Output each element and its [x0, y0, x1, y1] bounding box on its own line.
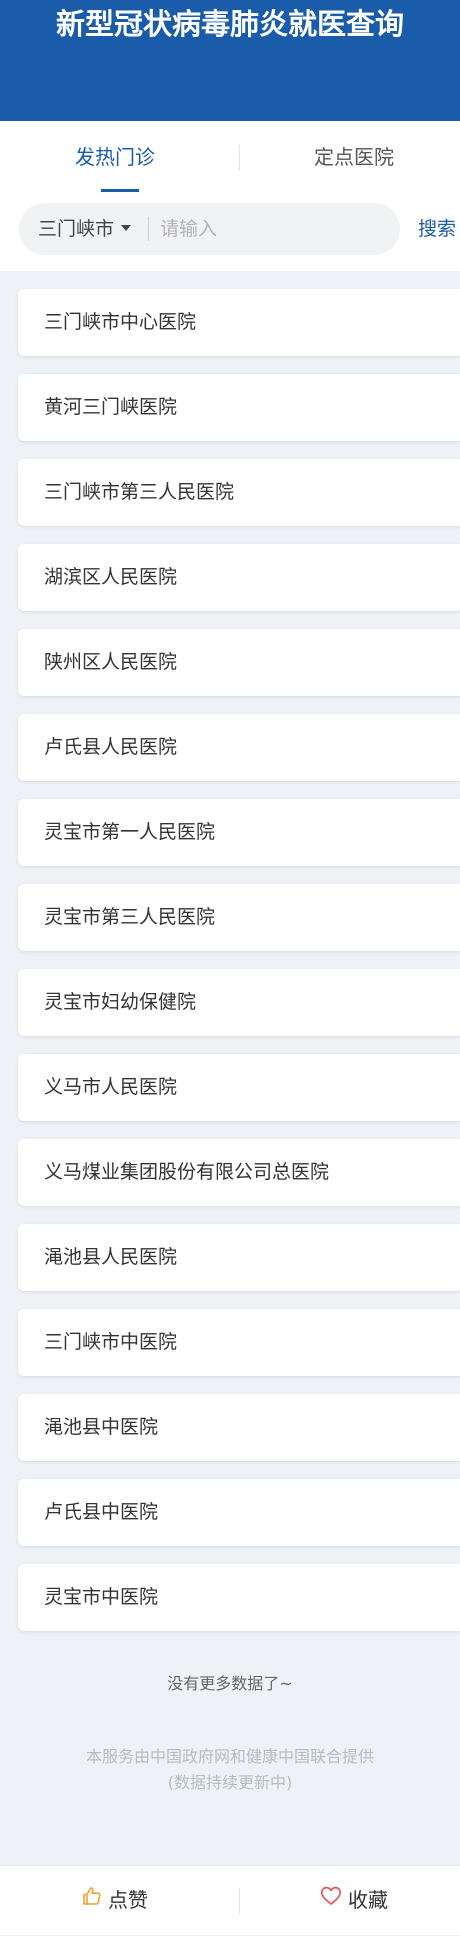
search-bar: 三门峡市 搜索 [0, 197, 460, 271]
city-select[interactable]: 三门峡市 [38, 203, 132, 255]
favorite-label: 收藏 [348, 1888, 388, 1912]
hospital-item[interactable]: 灵宝市第一人民医院 [18, 799, 460, 866]
credit-line-provider: 本服务由中国政府网和健康中国联合提供 [85, 1747, 374, 1766]
hospital-item[interactable]: 三门峡市第三人民医院 [18, 459, 460, 526]
search-button[interactable]: 搜索 [418, 197, 456, 261]
hospital-item[interactable]: 义马煤业集团股份有限公司总医院 [18, 1139, 460, 1206]
favorite-button[interactable]: 收藏 [239, 1866, 460, 1935]
bottom-action-bar: 点赞 收藏 [0, 1865, 460, 1935]
page-title: 新型冠状病毒肺炎就医查询 [55, 7, 404, 41]
hospital-list: 三门峡市中心医院 黄河三门峡医院 三门峡市第三人民医院 湖滨区人民医院 陕州区人… [18, 289, 460, 1649]
search-divider [148, 217, 149, 241]
hospital-item[interactable]: 卢氏县人民医院 [18, 714, 460, 781]
city-select-label: 三门峡市 [38, 218, 115, 240]
like-label: 点赞 [108, 1888, 148, 1912]
hospital-item[interactable]: 渑池县人民医院 [18, 1224, 460, 1291]
hospital-item[interactable]: 渑池县中医院 [18, 1394, 460, 1461]
tab-fever-clinic[interactable]: 发热门诊 [0, 121, 230, 197]
hospital-item[interactable]: 灵宝市中医院 [18, 1564, 460, 1631]
caret-down-icon [121, 224, 132, 231]
like-button[interactable]: 点赞 [0, 1866, 230, 1935]
hospital-item[interactable]: 三门峡市中医院 [18, 1309, 460, 1376]
hospital-item[interactable]: 湖滨区人民医院 [18, 544, 460, 611]
thumbs-up-icon [82, 1865, 102, 1934]
page-header: 新型冠状病毒肺炎就医查询 [0, 0, 460, 121]
no-more-data-text: 没有更多数据了~ [167, 1674, 293, 1693]
search-box: 三门峡市 [19, 203, 400, 255]
hospital-item[interactable]: 黄河三门峡医院 [18, 374, 460, 441]
hospital-item[interactable]: 卢氏县中医院 [18, 1479, 460, 1546]
hospital-item[interactable]: 义马市人民医院 [18, 1054, 460, 1121]
active-tab-indicator [101, 189, 139, 192]
hospital-item[interactable]: 三门峡市中心医院 [18, 289, 460, 356]
tab-designated-hospital[interactable]: 定点医院 [239, 121, 460, 197]
heart-icon [320, 1865, 342, 1934]
hospital-item[interactable]: 陕州区人民医院 [18, 629, 460, 696]
hospital-item[interactable]: 灵宝市妇幼保健院 [18, 969, 460, 1036]
hospital-item[interactable]: 灵宝市第三人民医院 [18, 884, 460, 951]
service-credit: 本服务由中国政府网和健康中国联合提供 (数据持续更新中) [0, 1744, 460, 1796]
tab-bar: 发热门诊 定点医院 [0, 121, 460, 197]
search-input[interactable] [160, 211, 385, 247]
credit-line-updating: (数据持续更新中) [167, 1773, 293, 1792]
